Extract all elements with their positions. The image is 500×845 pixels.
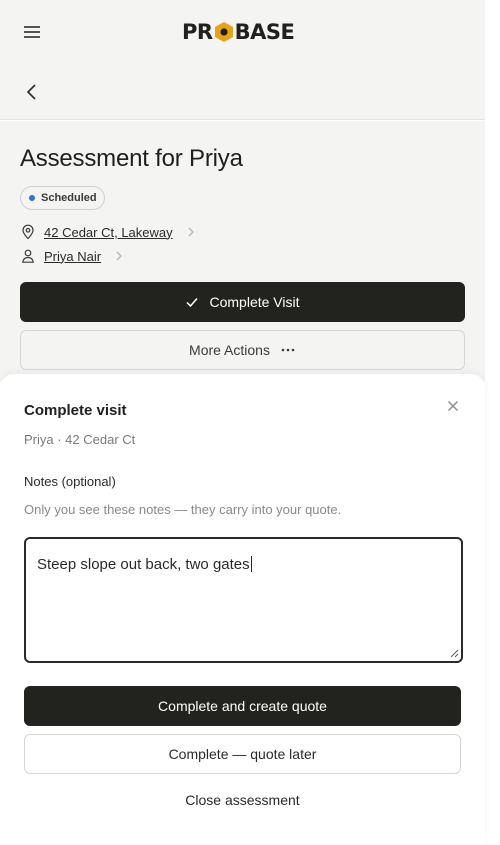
client-link[interactable]: Priya Nair bbox=[44, 249, 101, 264]
status-badge-label: Scheduled bbox=[41, 192, 97, 204]
logo-hex-icon bbox=[214, 21, 234, 43]
back-button[interactable] bbox=[22, 82, 42, 102]
complete-quote-later-button[interactable]: Complete — quote later bbox=[24, 734, 461, 774]
close-icon bbox=[448, 401, 458, 411]
text-caret bbox=[250, 556, 252, 572]
complete-visit-label: Complete Visit bbox=[209, 294, 300, 310]
sub-header bbox=[0, 64, 485, 120]
close-assessment-link[interactable]: Close assessment bbox=[24, 792, 461, 808]
sheet-title: Complete visit bbox=[24, 402, 127, 419]
menu-button[interactable] bbox=[22, 22, 42, 42]
more-actions-label: More Actions bbox=[189, 342, 270, 358]
person-icon bbox=[22, 249, 34, 263]
chevron-left-icon bbox=[26, 84, 36, 100]
chevron-right-icon bbox=[188, 227, 194, 237]
resize-grip-icon[interactable] bbox=[450, 649, 459, 658]
status-badge: Scheduled bbox=[20, 186, 105, 210]
client-row: Priya Nair bbox=[20, 246, 125, 266]
more-actions-button[interactable]: More Actions bbox=[20, 330, 465, 370]
complete-visit-button[interactable]: Complete Visit bbox=[20, 282, 465, 322]
logo-text-left: PR bbox=[182, 20, 213, 44]
probase-logo[interactable]: PR BASE bbox=[182, 18, 295, 46]
map-pin-icon bbox=[22, 224, 34, 240]
complete-create-quote-label: Complete and create quote bbox=[158, 698, 327, 714]
close-sheet-button[interactable] bbox=[446, 399, 460, 413]
logo-text-right: BASE bbox=[234, 20, 295, 44]
notes-label: Notes (optional) bbox=[24, 474, 116, 489]
page-title: Assessment for Priya bbox=[20, 145, 243, 172]
notes-hint: Only you see these notes — they carry in… bbox=[24, 502, 342, 517]
notes-value: Steep slope out back, two gates bbox=[37, 556, 252, 573]
chevron-right-icon bbox=[116, 251, 122, 261]
assessment-page: Assessment for Priya Scheduled 42 Cedar … bbox=[0, 121, 485, 381]
hamburger-menu-icon bbox=[24, 26, 40, 38]
top-bar: PR BASE bbox=[0, 0, 485, 64]
ellipsis-icon bbox=[281, 348, 295, 352]
status-dot bbox=[29, 195, 35, 201]
complete-create-quote-button[interactable]: Complete and create quote bbox=[24, 686, 461, 726]
notes-value-text: Steep slope out back, two gates bbox=[37, 556, 250, 573]
sheet-subtitle: Priya · 42 Cedar Ct bbox=[24, 432, 136, 447]
address-link[interactable]: 42 Cedar Ct, Lakeway bbox=[44, 225, 173, 240]
address-row: 42 Cedar Ct, Lakeway bbox=[20, 222, 197, 242]
check-icon bbox=[186, 298, 199, 308]
complete-visit-sheet: Complete visit Priya · 42 Cedar Ct Notes… bbox=[0, 374, 485, 845]
complete-quote-later-label: Complete — quote later bbox=[168, 746, 317, 762]
